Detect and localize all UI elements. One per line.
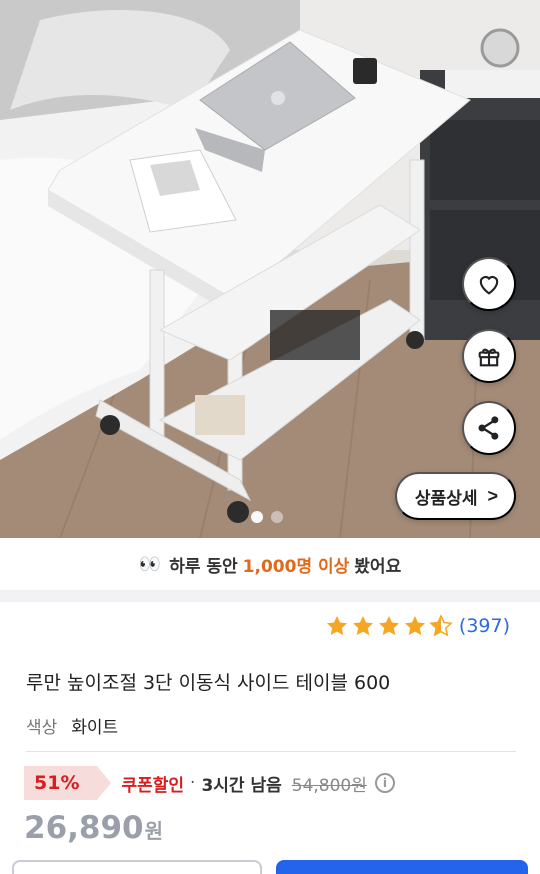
option-key: 색상 [26, 718, 58, 738]
viewers-prefix: 하루 동안 [169, 556, 238, 577]
product-detail-label: 상품상세 [414, 488, 478, 508]
separator: · [190, 773, 196, 793]
share-icon [478, 416, 499, 440]
option-value: 화이트 [71, 718, 119, 738]
price-unit: 원 [144, 819, 164, 843]
heart-icon [479, 276, 499, 295]
carousel-pager[interactable] [251, 511, 283, 523]
section-divider [0, 590, 540, 602]
star-full-icon [326, 616, 347, 636]
star-full-icon [378, 616, 399, 636]
review-count[interactable]: (397) [459, 615, 510, 637]
sale-price: 26,890 원 [24, 810, 163, 846]
gift-icon [478, 348, 500, 367]
product-photo [0, 0, 540, 538]
discount-badge: 51% [24, 766, 113, 800]
info-icon[interactable]: i [374, 773, 395, 793]
eyes-icon: 👀 [138, 553, 162, 575]
pager-dot[interactable] [251, 511, 263, 523]
star-full-icon [352, 616, 373, 636]
discount-row: 51% 쿠폰할인 · 3시간 남음 54,800원 i [24, 766, 395, 800]
original-price: 54,800원 [291, 775, 367, 796]
primary-action-button[interactable] [276, 860, 528, 874]
star-half-icon [429, 614, 453, 637]
rating[interactable]: (397) [323, 614, 510, 638]
like-button[interactable] [462, 257, 516, 311]
viewers-suffix: 봤어요 [354, 556, 402, 577]
viewers-banner: 👀 하루 동안 1,000명 이상 봤어요 [0, 538, 540, 590]
divider [26, 751, 516, 752]
price-number: 26,890 [24, 810, 144, 846]
countdown-timer: 3시간 남음 [201, 775, 282, 796]
product-detail-button[interactable]: 상품상세 > [394, 472, 516, 520]
pager-dot[interactable] [271, 511, 283, 523]
star-full-icon [404, 616, 425, 636]
gift-button[interactable] [462, 329, 516, 383]
viewers-count: 1,000명 이상 [242, 556, 350, 577]
product-image-carousel[interactable]: 상품상세 > [0, 0, 540, 538]
coupon-label: 쿠폰할인 [121, 775, 185, 796]
secondary-action-button[interactable] [12, 860, 262, 874]
color-option: 색상 화이트 [26, 713, 118, 738]
product-title: 루만 높이조절 3단 이동식 사이드 테이블 600 [26, 672, 391, 694]
share-button[interactable] [462, 401, 516, 455]
chevron-right-icon: > [487, 485, 498, 506]
